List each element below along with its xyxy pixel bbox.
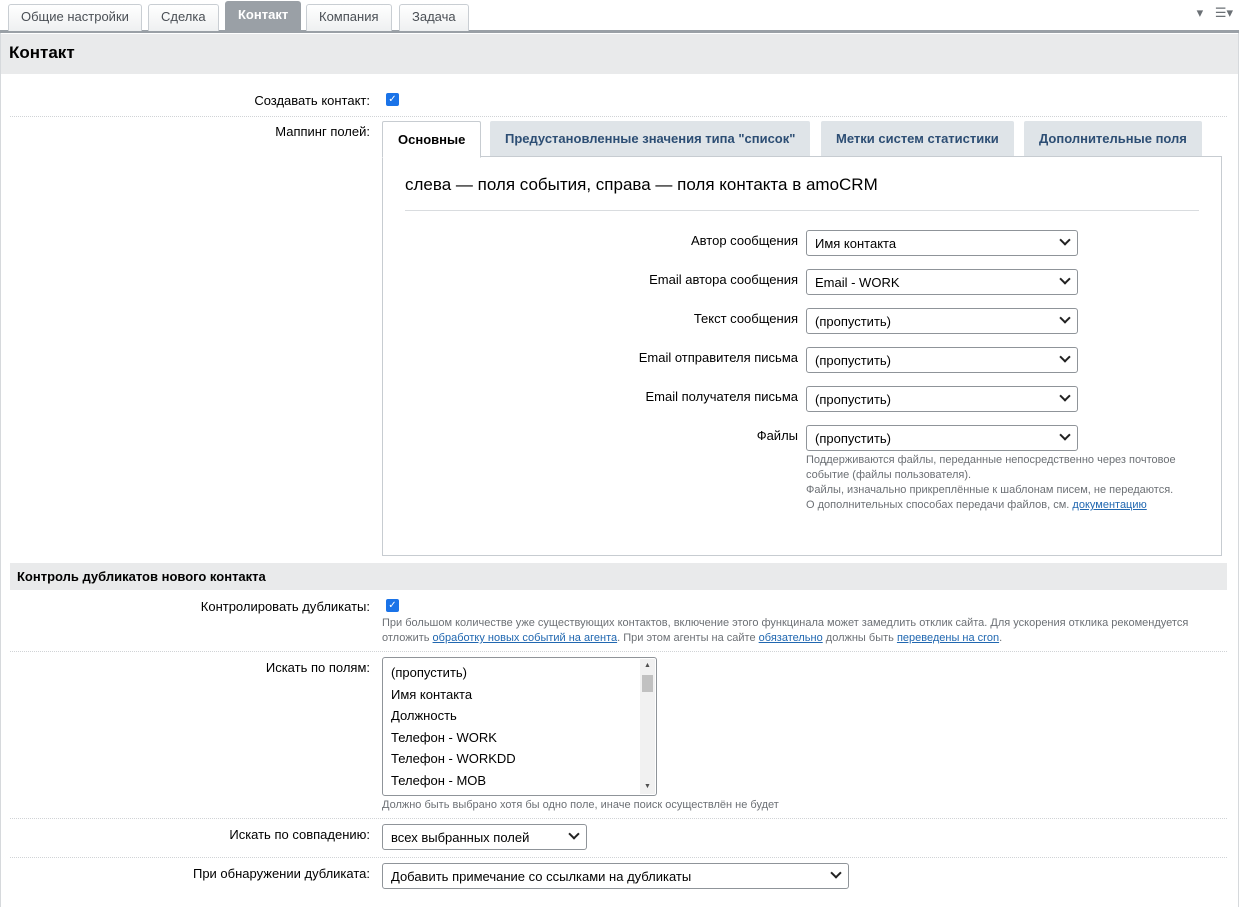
map-select-sender-email[interactable]: (пропустить) [806, 347, 1078, 373]
agent-processing-link[interactable]: обработку новых событий на агента [433, 632, 618, 644]
select-value: (пропустить) [815, 314, 891, 329]
cron-link[interactable]: переведены на cron [897, 632, 999, 644]
files-hint: Поддерживаются файлы, переданные непосре… [806, 453, 1206, 513]
top-tab-bar: Общие настройки Сделка Контакт Компания … [0, 0, 1239, 33]
tab-dropdown-icon[interactable]: ▾ [1197, 5, 1204, 20]
chevron-down-icon [1059, 429, 1071, 441]
hint-line: О дополнительных способах передачи файло… [806, 498, 1206, 513]
documentation-link[interactable]: документацию [1072, 499, 1146, 511]
map-row-label: Email автора сообщения [649, 272, 798, 287]
on-duplicate-label: При обнаружении дубликата: [192, 866, 370, 881]
mapping-heading: слева — поля события, справа — поля конт… [405, 175, 878, 194]
map-select-message-text[interactable]: (пропустить) [806, 308, 1078, 334]
search-fields-listbox[interactable]: (пропустить) Имя контакта Должность Теле… [382, 657, 657, 796]
chevron-down-icon [1059, 312, 1071, 324]
select-value: Имя контакта [815, 236, 897, 251]
tab-mapping-extra-fields[interactable]: Дополнительные поля [1024, 121, 1202, 157]
hint-line: событие (файлы пользователя). [806, 469, 972, 481]
tab-mapping-utm[interactable]: Метки систем статистики [821, 121, 1014, 157]
select-value: (пропустить) [815, 431, 891, 446]
search-fields-hint: Должно быть выбрано хотя бы одно поле, и… [382, 799, 779, 811]
chevron-down-icon [568, 828, 580, 840]
chevron-down-icon [1059, 234, 1071, 246]
control-duplicates-checkbox[interactable]: ✓ [386, 599, 399, 612]
divider [10, 651, 1227, 652]
map-select-author-email[interactable]: Email - WORK [806, 269, 1078, 295]
hint-text: . При этом агенты на сайте [617, 632, 756, 644]
map-select-recipient-email[interactable]: (пропустить) [806, 386, 1078, 412]
hint-text: . [999, 632, 1003, 644]
select-value: (пропустить) [815, 353, 891, 368]
tab-bar-controls: ▾ ☰▾ [1189, 5, 1233, 21]
select-value: Email - WORK [815, 275, 900, 290]
list-option[interactable]: Имя контакта [391, 687, 472, 702]
duplicates-section-title: Контроль дубликатов нового контакта [10, 563, 1227, 590]
hint-line: При большом количестве уже существующих … [382, 617, 1189, 629]
list-option[interactable]: (пропустить) [391, 665, 467, 680]
divider [10, 116, 1227, 117]
tab-deal[interactable]: Сделка [148, 4, 219, 31]
hint-text: должны быть [825, 632, 894, 644]
chevron-down-icon [830, 867, 842, 879]
hint-line: Файлы, изначально прикреплённые к шаблон… [806, 484, 1174, 496]
scroll-up-icon[interactable]: ▲ [644, 662, 651, 669]
divider [405, 210, 1199, 211]
tab-task[interactable]: Задача [399, 4, 469, 31]
list-option[interactable]: Должность [391, 708, 457, 723]
list-option[interactable]: Телефон - MOB [391, 773, 486, 788]
hint-line: отложить обработку новых событий на аген… [382, 631, 1222, 646]
map-select-author[interactable]: Имя контакта [806, 230, 1078, 256]
divider [10, 818, 1227, 819]
mapping-label: Маппинг полей: [275, 124, 370, 139]
chevron-down-icon [1059, 351, 1071, 363]
menu-icon[interactable]: ☰▾ [1215, 5, 1233, 20]
tab-general-settings[interactable]: Общие настройки [8, 4, 142, 31]
tab-company[interactable]: Компания [306, 4, 392, 31]
search-fields-label: Искать по полям: [265, 660, 370, 675]
list-option[interactable]: Телефон - WORKDD [391, 751, 516, 766]
create-contact-checkbox[interactable]: ✓ [386, 93, 399, 106]
list-option[interactable]: Телефон - WORK [391, 730, 497, 745]
tab-mapping-list-presets[interactable]: Предустановленные значения типа "список" [490, 121, 811, 157]
scrollbar-thumb[interactable] [642, 675, 653, 692]
map-row-label: Файлы [756, 428, 798, 443]
listbox-scrollbar[interactable]: ▲ ▼ [640, 659, 655, 794]
match-label: Искать по совпадению: [229, 827, 370, 842]
map-row-label: Текст сообщения [693, 311, 798, 326]
chevron-down-icon [1059, 273, 1071, 285]
scroll-down-icon[interactable]: ▼ [644, 783, 651, 790]
match-select[interactable]: всех выбранных полей [382, 824, 587, 850]
chevron-down-icon [1059, 390, 1071, 402]
select-value: всех выбранных полей [391, 830, 530, 845]
on-duplicate-select[interactable]: Добавить примечание со ссылками на дубли… [382, 863, 849, 889]
divider [10, 857, 1227, 858]
hint-line: Поддерживаются файлы, переданные непосре… [806, 454, 1176, 466]
select-value: Добавить примечание со ссылками на дубли… [391, 869, 692, 884]
hint-text: О дополнительных способах передачи файло… [806, 499, 1070, 511]
control-duplicates-label: Контролировать дубликаты: [200, 599, 370, 614]
select-value: (пропустить) [815, 392, 891, 407]
map-row-label: Email отправителя письма [638, 350, 798, 365]
tab-mapping-main[interactable]: Основные [382, 121, 482, 158]
tab-contact[interactable]: Контакт [225, 1, 302, 31]
map-row-label: Автор сообщения [691, 233, 798, 248]
create-contact-label: Создавать контакт: [254, 93, 370, 108]
page-title: Контакт [1, 34, 1238, 74]
duplicates-hint: При большом количестве уже существующих … [382, 616, 1222, 646]
map-select-files[interactable]: (пропустить) [806, 425, 1078, 451]
hint-text: отложить [382, 632, 430, 644]
map-row-label: Email получателя письма [645, 389, 799, 404]
mandatory-link[interactable]: обязательно [759, 632, 823, 644]
